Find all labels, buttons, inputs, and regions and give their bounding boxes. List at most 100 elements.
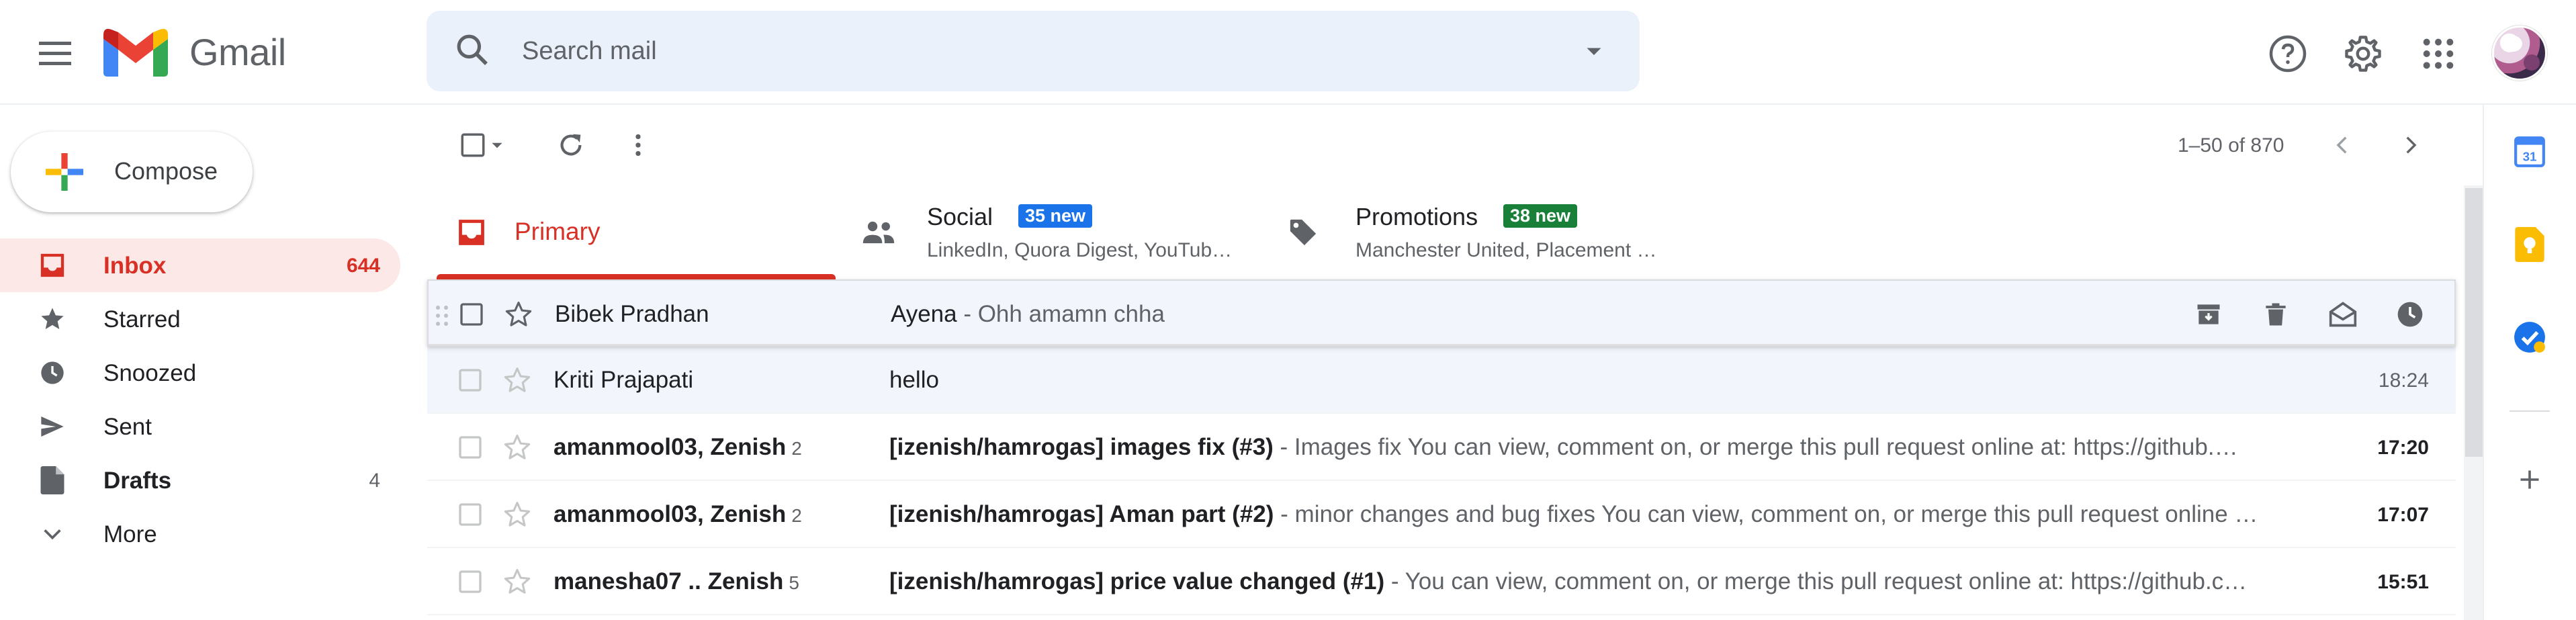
side-panel-divider <box>2510 410 2550 412</box>
refresh-icon[interactable] <box>552 126 590 164</box>
svg-text:31: 31 <box>2523 150 2537 164</box>
add-addon-icon[interactable] <box>2511 461 2548 498</box>
thread-count: 2 <box>791 505 802 526</box>
star-toggle-icon[interactable] <box>502 567 532 596</box>
newer-page-icon[interactable] <box>2324 126 2362 164</box>
row-checkbox[interactable] <box>458 301 485 328</box>
inbox-icon <box>39 252 66 279</box>
send-icon <box>39 413 66 440</box>
email-time: 17:20 <box>2377 437 2429 459</box>
tab-title: Promotions <box>1356 203 1478 230</box>
menu-icon[interactable] <box>34 32 77 75</box>
select-dropdown-icon[interactable] <box>485 126 509 164</box>
sidebar-item-label: Starred <box>103 306 181 333</box>
help-icon[interactable] <box>2264 30 2312 78</box>
star-icon <box>39 306 66 333</box>
search-bar <box>427 11 1640 91</box>
email-subject: [izenish/hamrogas] price value changed (… <box>889 568 2248 594</box>
row-actions <box>2191 297 2428 332</box>
email-subject: Ayena - Ohh amamn chha <box>891 301 1165 327</box>
drag-handle-icon[interactable] <box>435 305 449 326</box>
sidebar-item-sent[interactable]: Sent <box>0 400 400 453</box>
older-page-icon[interactable] <box>2391 126 2429 164</box>
inbox-tab-icon <box>453 214 490 251</box>
archive-icon[interactable] <box>2191 297 2226 332</box>
avatar[interactable] <box>2492 26 2547 81</box>
star-toggle-icon[interactable] <box>502 433 532 462</box>
row-checkbox[interactable] <box>457 434 484 461</box>
email-sender: manesha07 .. Zenish 5 <box>553 568 799 594</box>
list-toolbar <box>427 105 2483 185</box>
star-toggle-icon[interactable] <box>504 300 533 329</box>
thread-count: 2 <box>791 438 802 459</box>
email-row[interactable]: amanmool03, Zenish 2 [izenish/hamrogas] i… <box>427 414 2456 481</box>
scrollbar-thumb[interactable] <box>2465 188 2483 457</box>
sidebar-item-label: Snoozed <box>103 360 197 386</box>
tab-primary[interactable]: Primary <box>437 185 836 279</box>
drafts-count: 4 <box>369 470 380 492</box>
tab-promotions[interactable]: Promotions 38 new Manchester United, Pla… <box>1284 185 1701 279</box>
sidebar-item-snoozed[interactable]: Snoozed <box>0 346 400 400</box>
email-subject: hello <box>889 367 939 393</box>
clock-icon <box>39 359 66 386</box>
tab-subtitle: Manchester United, Placement … <box>1356 239 1657 261</box>
email-time: 17:07 <box>2377 504 2429 526</box>
people-icon <box>860 214 897 251</box>
tab-title: Social <box>927 203 993 230</box>
search-input[interactable] <box>522 31 1529 71</box>
active-tab-indicator <box>437 274 836 279</box>
sidebar-item-inbox[interactable]: Inbox 644 <box>0 238 400 292</box>
gmail-logo[interactable]: Gmail <box>103 27 286 77</box>
settings-icon[interactable] <box>2339 30 2387 78</box>
email-row[interactable]: manesha07 .. Zenish 5 [izenish/hamrogas] … <box>427 548 2456 615</box>
row-checkbox[interactable] <box>457 367 484 394</box>
category-tabs: Primary Social 35 new LinkedIn, Quora Di… <box>437 185 2452 279</box>
email-row[interactable]: Kriti Prajapati hello 18:24 <box>427 347 2456 414</box>
new-count-badge: 38 new <box>1503 204 1578 228</box>
compose-button[interactable]: Compose <box>11 132 253 212</box>
new-count-badge: 35 new <box>1018 204 1093 228</box>
email-subject: [izenish/hamrogas] Aman part (#2) - mino… <box>889 501 2258 527</box>
sidebar-item-starred[interactable]: Starred <box>0 292 400 346</box>
thread-count: 5 <box>789 572 799 593</box>
delete-icon[interactable] <box>2258 297 2293 332</box>
tasks-icon[interactable] <box>2511 318 2548 356</box>
tab-title: Primary <box>515 218 601 245</box>
gmail-m-icon <box>103 29 168 77</box>
keep-icon[interactable] <box>2511 226 2548 263</box>
email-subject: [izenish/hamrogas] images fix (#3) - Ima… <box>889 434 2238 460</box>
sidebar-item-more[interactable]: More <box>0 507 400 561</box>
tab-social[interactable]: Social 35 new LinkedIn, Quora Digest, Yo… <box>860 185 1263 279</box>
email-row[interactable]: Bibek Pradhan Ayena - Ohh amamn chha <box>427 279 2456 347</box>
pagination-label: 1–50 of 870 <box>2178 134 2284 157</box>
sidebar-item-label: Sent <box>103 414 152 440</box>
star-toggle-icon[interactable] <box>502 365 532 395</box>
tab-subtitle: LinkedIn, Quora Digest, YouTub… <box>927 239 1233 261</box>
email-time: 15:51 <box>2377 571 2429 593</box>
row-checkbox[interactable] <box>457 568 484 595</box>
draft-icon <box>39 466 66 494</box>
more-options-icon[interactable] <box>619 126 657 164</box>
sidebar-item-label: Inbox <box>103 253 167 279</box>
search-icon[interactable] <box>453 31 494 71</box>
email-sender: amanmool03, Zenish 2 <box>553 434 802 460</box>
sidebar-item-label: More <box>103 521 157 547</box>
search-options-icon[interactable] <box>1582 39 1606 63</box>
unread-count: 644 <box>346 255 380 277</box>
apps-icon[interactable] <box>2414 30 2462 78</box>
chevron-down-icon <box>39 521 66 547</box>
snooze-icon[interactable] <box>2393 297 2428 332</box>
star-toggle-icon[interactable] <box>502 500 532 529</box>
email-row[interactable]: amanmool03, Zenish 2 [izenish/hamrogas] A… <box>427 481 2456 548</box>
row-checkbox[interactable] <box>457 501 484 528</box>
mark-read-icon[interactable] <box>2325 297 2360 332</box>
side-panel: 31 <box>2483 105 2576 620</box>
sidebar-item-drafts[interactable]: Drafts 4 <box>0 453 400 507</box>
calendar-icon[interactable]: 31 <box>2511 133 2548 171</box>
compose-plus-icon <box>46 153 83 191</box>
app-name: Gmail <box>189 30 286 73</box>
tag-icon <box>1284 214 1322 251</box>
email-sender: Bibek Pradhan <box>555 301 709 327</box>
email-sender: amanmool03, Zenish 2 <box>553 501 802 527</box>
email-sender: Kriti Prajapati <box>553 367 694 393</box>
